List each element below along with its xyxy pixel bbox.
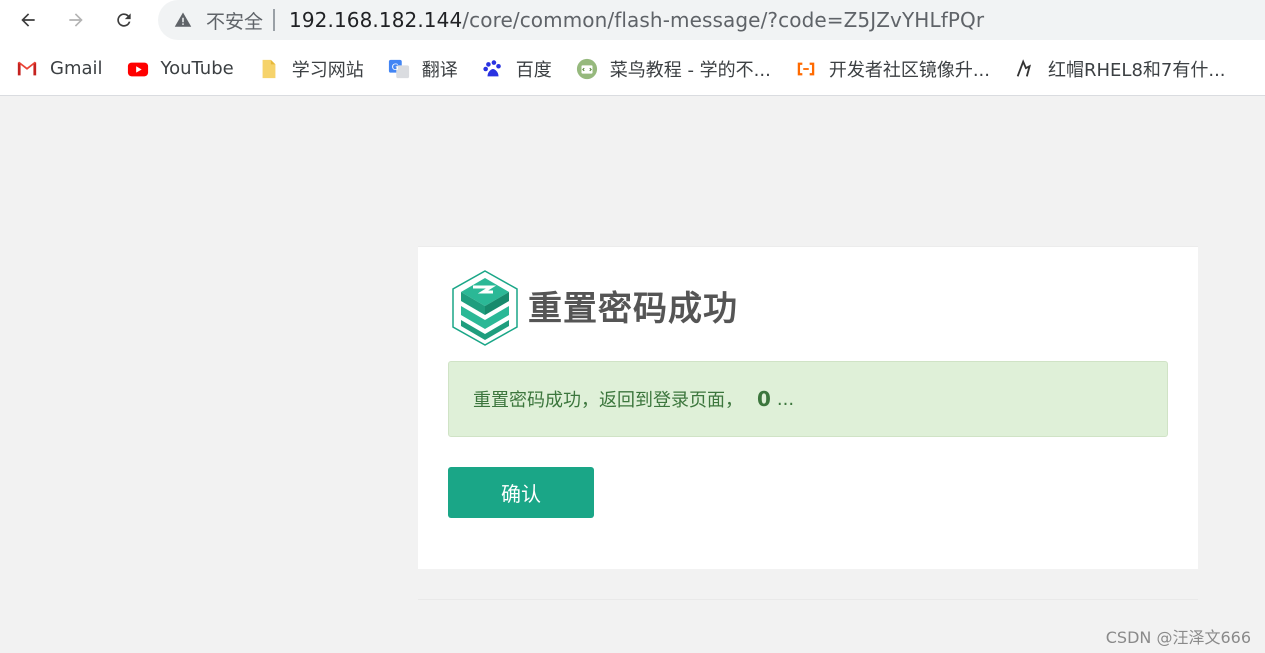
aliyun-icon — [795, 58, 817, 80]
bookmark-gmail[interactable]: Gmail — [16, 58, 103, 80]
bookmark-label: 学习网站 — [291, 59, 364, 81]
bookmark-youtube[interactable]: YouTube — [127, 58, 234, 80]
back-arrow-icon[interactable] — [12, 5, 44, 35]
bookmark-label: 百度 — [515, 59, 552, 81]
reset-password-card: 重置密码成功 重置密码成功，返回到登录页面， 0 ... 确认 — [418, 246, 1198, 569]
security-label[interactable]: 不安全 — [206, 7, 263, 34]
gmail-icon — [16, 58, 38, 80]
redhat-icon — [1014, 58, 1036, 80]
bookmarks-bar: Gmail YouTube 学习网站 G 翻译 百度 菜鸟教程 - 学的不... — [0, 42, 1265, 96]
baidu-icon — [482, 58, 504, 80]
bookmark-label: Gmail — [50, 58, 103, 79]
bookmark-label: YouTube — [160, 58, 234, 79]
bookmark-aliyun[interactable]: 开发者社区镜像升... — [795, 56, 990, 82]
youtube-icon — [127, 58, 149, 80]
browser-toolbar: 不安全 192.168.182.144/core/common/flash-me… — [0, 0, 1265, 42]
reload-icon[interactable] — [108, 5, 140, 35]
bookmark-folder[interactable]: 学习网站 — [258, 56, 364, 82]
success-alert: 重置密码成功，返回到登录页面， 0 ... — [448, 361, 1168, 437]
warning-triangle-icon[interactable] — [174, 11, 192, 29]
address-bar[interactable]: 不安全 192.168.182.144/core/common/flash-me… — [158, 0, 1265, 40]
bookmark-label: 翻译 — [421, 59, 458, 81]
svg-text:G: G — [391, 61, 398, 72]
bookmark-label: 红帽RHEL8和7有什... — [1048, 59, 1226, 81]
forward-arrow-icon[interactable] — [60, 5, 92, 35]
url-host: 192.168.182.144 — [289, 8, 463, 32]
countdown-value: 0 — [757, 387, 771, 411]
page-title: 重置密码成功 — [528, 289, 738, 329]
translate-icon: G — [388, 58, 410, 80]
countdown-ellipsis: ... — [776, 388, 795, 410]
runoob-icon — [576, 58, 598, 80]
bookmark-baidu[interactable]: 百度 — [482, 56, 552, 82]
address-separator — [273, 9, 276, 31]
bookmark-translate[interactable]: G 翻译 — [388, 56, 458, 82]
footer-divider — [418, 599, 1198, 600]
watermark-text: CSDN @汪泽文666 — [1105, 628, 1251, 647]
bookmark-label: 开发者社区镜像升... — [828, 59, 990, 81]
bookmark-label: 菜鸟教程 - 学的不... — [609, 59, 771, 81]
bookmark-runoob[interactable]: 菜鸟教程 - 学的不... — [576, 56, 771, 82]
url-path: /core/common/flash-message/?code=Z5JZvYH… — [462, 8, 985, 32]
alert-message: 重置密码成功，返回到登录页面， — [473, 390, 743, 411]
confirm-button[interactable]: 确认 — [448, 467, 594, 518]
url-text[interactable]: 192.168.182.144/core/common/flash-messag… — [289, 8, 984, 32]
app-logo-icon — [452, 270, 518, 346]
bookmark-redhat[interactable]: 红帽RHEL8和7有什... — [1014, 56, 1226, 82]
folder-icon — [258, 58, 280, 80]
